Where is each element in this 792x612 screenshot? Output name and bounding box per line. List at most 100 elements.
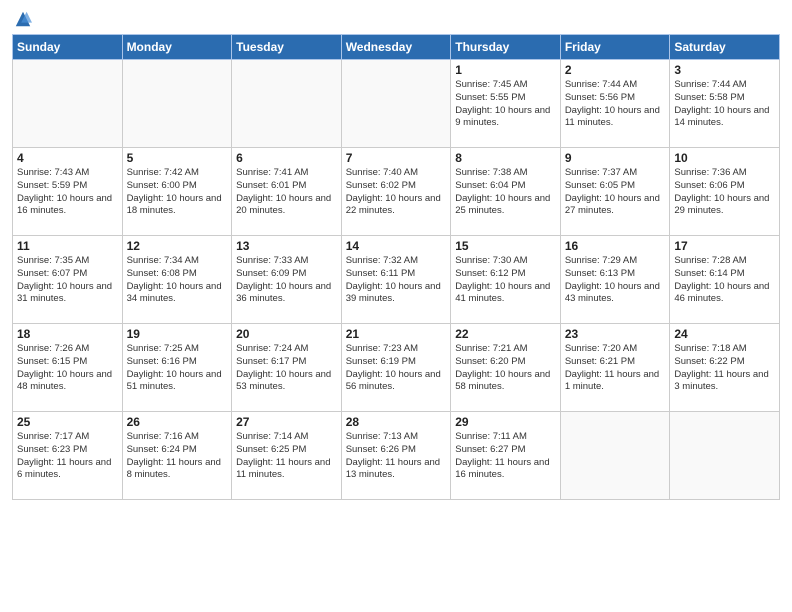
day-number: 20 xyxy=(236,327,337,341)
calendar-cell: 13 Sunrise: 7:33 AM Sunset: 6:09 PM Dayli… xyxy=(232,236,342,324)
calendar-cell: 2 Sunrise: 7:44 AM Sunset: 5:56 PM Daylig… xyxy=(560,60,670,148)
weekday-header-monday: Monday xyxy=(122,35,232,60)
day-info: Sunrise: 7:44 AM Sunset: 5:56 PM Dayligh… xyxy=(565,79,666,130)
day-number: 7 xyxy=(346,151,447,165)
logo-icon xyxy=(14,10,32,28)
calendar-week-row: 4Sunrise: 7:43 AM Sunset: 5:59 PM Daylig… xyxy=(13,148,780,236)
calendar-cell: 10Sunrise: 7:36 AM Sunset: 6:06 PM Dayli… xyxy=(670,148,780,236)
calendar-week-row: 11 Sunrise: 7:35 AM Sunset: 6:07 PM Dayli… xyxy=(13,236,780,324)
weekday-header-saturday: Saturday xyxy=(670,35,780,60)
day-number: 23 xyxy=(565,327,666,341)
day-number: 24 xyxy=(674,327,775,341)
calendar-cell: 26 Sunrise: 7:16 AM Sunset: 6:24 PM Dayli… xyxy=(122,412,232,500)
day-number: 18 xyxy=(17,327,118,341)
day-number: 12 xyxy=(127,239,228,253)
day-info: Sunrise: 7:34 AM Sunset: 6:08 PM Dayligh… xyxy=(127,255,228,306)
calendar-cell: 17 Sunrise: 7:28 AM Sunset: 6:14 PM Dayli… xyxy=(670,236,780,324)
calendar-cell: 3 Sunrise: 7:44 AM Sunset: 5:58 PM Daylig… xyxy=(670,60,780,148)
day-info: Sunrise: 7:25 AM Sunset: 6:16 PM Dayligh… xyxy=(127,343,228,394)
calendar-cell: 24 Sunrise: 7:18 AM Sunset: 6:22 PM Dayli… xyxy=(670,324,780,412)
calendar-cell: 29 Sunrise: 7:11 AM Sunset: 6:27 PM Dayli… xyxy=(451,412,561,500)
logo xyxy=(12,10,32,28)
day-number: 6 xyxy=(236,151,337,165)
calendar-cell: 28 Sunrise: 7:13 AM Sunset: 6:26 PM Dayli… xyxy=(341,412,451,500)
calendar-cell: 1 Sunrise: 7:45 AM Sunset: 5:55 PM Daylig… xyxy=(451,60,561,148)
day-number: 2 xyxy=(565,63,666,77)
weekday-header-wednesday: Wednesday xyxy=(341,35,451,60)
day-number: 9 xyxy=(565,151,666,165)
calendar-cell: 16Sunrise: 7:29 AM Sunset: 6:13 PM Dayli… xyxy=(560,236,670,324)
calendar-week-row: 25 Sunrise: 7:17 AM Sunset: 6:23 PM Dayli… xyxy=(13,412,780,500)
calendar-cell: 22 Sunrise: 7:21 AM Sunset: 6:20 PM Dayli… xyxy=(451,324,561,412)
day-info: Sunrise: 7:28 AM Sunset: 6:14 PM Dayligh… xyxy=(674,255,775,306)
day-number: 11 xyxy=(17,239,118,253)
day-number: 22 xyxy=(455,327,556,341)
weekday-header-sunday: Sunday xyxy=(13,35,123,60)
day-number: 8 xyxy=(455,151,556,165)
calendar-cell: 25 Sunrise: 7:17 AM Sunset: 6:23 PM Dayli… xyxy=(13,412,123,500)
calendar-cell: 15 Sunrise: 7:30 AM Sunset: 6:12 PM Dayli… xyxy=(451,236,561,324)
day-info: Sunrise: 7:33 AM Sunset: 6:09 PM Dayligh… xyxy=(236,255,337,306)
calendar-cell xyxy=(122,60,232,148)
header xyxy=(12,10,780,28)
calendar-cell: 9 Sunrise: 7:37 AM Sunset: 6:05 PM Daylig… xyxy=(560,148,670,236)
day-info: Sunrise: 7:30 AM Sunset: 6:12 PM Dayligh… xyxy=(455,255,556,306)
calendar-cell: 6 Sunrise: 7:41 AM Sunset: 6:01 PM Daylig… xyxy=(232,148,342,236)
day-number: 14 xyxy=(346,239,447,253)
day-info: Sunrise: 7:37 AM Sunset: 6:05 PM Dayligh… xyxy=(565,167,666,218)
day-info: Sunrise: 7:13 AM Sunset: 6:26 PM Dayligh… xyxy=(346,431,447,482)
calendar-cell: 11 Sunrise: 7:35 AM Sunset: 6:07 PM Dayli… xyxy=(13,236,123,324)
calendar-cell: 23Sunrise: 7:20 AM Sunset: 6:21 PM Dayli… xyxy=(560,324,670,412)
calendar-table: SundayMondayTuesdayWednesdayThursdayFrid… xyxy=(12,34,780,500)
day-info: Sunrise: 7:44 AM Sunset: 5:58 PM Dayligh… xyxy=(674,79,775,130)
calendar-cell: 21 Sunrise: 7:23 AM Sunset: 6:19 PM Dayli… xyxy=(341,324,451,412)
day-info: Sunrise: 7:18 AM Sunset: 6:22 PM Dayligh… xyxy=(674,343,775,394)
calendar-week-row: 18 Sunrise: 7:26 AM Sunset: 6:15 PM Dayli… xyxy=(13,324,780,412)
day-info: Sunrise: 7:38 AM Sunset: 6:04 PM Dayligh… xyxy=(455,167,556,218)
day-info: Sunrise: 7:26 AM Sunset: 6:15 PM Dayligh… xyxy=(17,343,118,394)
calendar-cell: 4Sunrise: 7:43 AM Sunset: 5:59 PM Daylig… xyxy=(13,148,123,236)
weekday-header-thursday: Thursday xyxy=(451,35,561,60)
day-number: 10 xyxy=(674,151,775,165)
calendar-cell: 20Sunrise: 7:24 AM Sunset: 6:17 PM Dayli… xyxy=(232,324,342,412)
calendar-cell xyxy=(560,412,670,500)
day-number: 21 xyxy=(346,327,447,341)
day-info: Sunrise: 7:41 AM Sunset: 6:01 PM Dayligh… xyxy=(236,167,337,218)
day-number: 25 xyxy=(17,415,118,429)
day-number: 26 xyxy=(127,415,228,429)
calendar-cell: 18 Sunrise: 7:26 AM Sunset: 6:15 PM Dayli… xyxy=(13,324,123,412)
weekday-header-tuesday: Tuesday xyxy=(232,35,342,60)
day-number: 29 xyxy=(455,415,556,429)
day-number: 28 xyxy=(346,415,447,429)
calendar-cell: 12 Sunrise: 7:34 AM Sunset: 6:08 PM Dayli… xyxy=(122,236,232,324)
calendar-header-row: SundayMondayTuesdayWednesdayThursdayFrid… xyxy=(13,35,780,60)
day-number: 16 xyxy=(565,239,666,253)
day-info: Sunrise: 7:35 AM Sunset: 6:07 PM Dayligh… xyxy=(17,255,118,306)
day-info: Sunrise: 7:16 AM Sunset: 6:24 PM Dayligh… xyxy=(127,431,228,482)
day-info: Sunrise: 7:42 AM Sunset: 6:00 PM Dayligh… xyxy=(127,167,228,218)
calendar-cell xyxy=(13,60,123,148)
weekday-header-friday: Friday xyxy=(560,35,670,60)
calendar-cell: 8 Sunrise: 7:38 AM Sunset: 6:04 PM Daylig… xyxy=(451,148,561,236)
day-number: 1 xyxy=(455,63,556,77)
day-number: 3 xyxy=(674,63,775,77)
day-number: 13 xyxy=(236,239,337,253)
calendar-cell xyxy=(341,60,451,148)
day-info: Sunrise: 7:17 AM Sunset: 6:23 PM Dayligh… xyxy=(17,431,118,482)
calendar-cell: 27Sunrise: 7:14 AM Sunset: 6:25 PM Dayli… xyxy=(232,412,342,500)
day-number: 15 xyxy=(455,239,556,253)
day-info: Sunrise: 7:11 AM Sunset: 6:27 PM Dayligh… xyxy=(455,431,556,482)
calendar-cell xyxy=(670,412,780,500)
day-info: Sunrise: 7:32 AM Sunset: 6:11 PM Dayligh… xyxy=(346,255,447,306)
calendar-cell: 7 Sunrise: 7:40 AM Sunset: 6:02 PM Daylig… xyxy=(341,148,451,236)
day-number: 19 xyxy=(127,327,228,341)
day-info: Sunrise: 7:43 AM Sunset: 5:59 PM Dayligh… xyxy=(17,167,118,218)
day-info: Sunrise: 7:40 AM Sunset: 6:02 PM Dayligh… xyxy=(346,167,447,218)
day-number: 17 xyxy=(674,239,775,253)
calendar-cell xyxy=(232,60,342,148)
day-number: 27 xyxy=(236,415,337,429)
calendar-cell: 14 Sunrise: 7:32 AM Sunset: 6:11 PM Dayli… xyxy=(341,236,451,324)
day-info: Sunrise: 7:23 AM Sunset: 6:19 PM Dayligh… xyxy=(346,343,447,394)
day-info: Sunrise: 7:21 AM Sunset: 6:20 PM Dayligh… xyxy=(455,343,556,394)
day-info: Sunrise: 7:45 AM Sunset: 5:55 PM Dayligh… xyxy=(455,79,556,130)
